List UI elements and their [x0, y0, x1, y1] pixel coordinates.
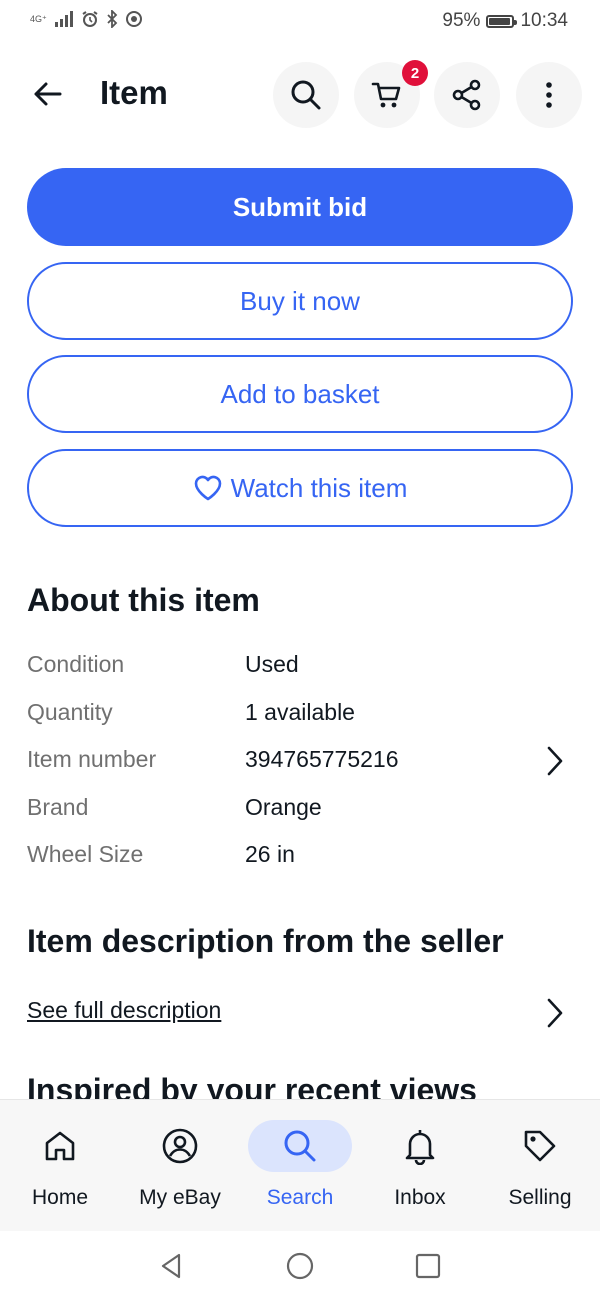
spec-row-wheel-size: Wheel Size 26 in	[27, 841, 573, 887]
search-button[interactable]	[273, 62, 339, 128]
more-vertical-icon	[546, 82, 552, 108]
cart-count-badge: 2	[402, 60, 428, 86]
spec-value: Orange	[245, 794, 322, 820]
nav-icon-container	[128, 1120, 232, 1172]
battery-percent: 95%	[442, 10, 481, 31]
bluetooth-icon	[107, 10, 118, 28]
nav-label: Search	[266, 1186, 334, 1209]
submit-bid-label: Submit bid	[232, 191, 368, 222]
spec-key: Wheel Size	[27, 841, 144, 867]
network-type: 4G⁺	[30, 13, 47, 24]
see-full-description-link[interactable]: See full description	[27, 997, 221, 1024]
spec-key: Condition	[27, 651, 125, 677]
nav-inbox[interactable]: Inbox	[360, 1100, 480, 1232]
back-arrow-icon	[34, 82, 62, 106]
app-header: Item 2	[0, 58, 600, 134]
nav-my-ebay[interactable]: My eBay	[120, 1100, 240, 1232]
nav-home[interactable]: Home	[0, 1100, 120, 1232]
description-heading: Item description from the seller	[27, 923, 504, 959]
system-recents-icon[interactable]	[413, 1251, 443, 1281]
spec-value: 26 in	[245, 841, 295, 867]
page-title: Item	[100, 74, 168, 111]
cart-button[interactable]: 2	[354, 60, 428, 128]
nav-icon-container	[488, 1120, 592, 1172]
spec-key: Brand	[27, 794, 89, 820]
bottom-navigation: Home My eBay Search Inbox Selling	[0, 1099, 600, 1232]
spec-row-brand: Brand Orange	[27, 794, 573, 840]
submit-bid-button[interactable]: Submit bid	[27, 168, 573, 246]
spec-key: Quantity	[27, 699, 113, 725]
signal-icon	[54, 11, 73, 27]
nav-icon-container-active	[248, 1120, 352, 1172]
nav-icon-container	[8, 1120, 112, 1172]
status-bar: 4G⁺ 95% 10:34	[0, 0, 600, 44]
more-options-button[interactable]	[516, 62, 582, 128]
spec-value: 394765775216	[245, 746, 399, 772]
spec-row-item-number[interactable]: Item number 394765775216	[27, 746, 573, 792]
spec-row-quantity: Quantity 1 available	[27, 699, 573, 745]
share-button[interactable]	[434, 62, 500, 128]
clock: 10:34	[520, 10, 568, 31]
chevron-right-icon	[547, 746, 563, 776]
share-icon	[452, 79, 481, 111]
spec-row-condition: Condition Used	[27, 651, 573, 697]
watch-item-label: Watch this item	[230, 472, 408, 503]
buy-it-now-label: Buy it now	[240, 285, 360, 316]
user-icon	[162, 1128, 198, 1164]
battery-fill	[489, 17, 511, 25]
about-heading: About this item	[27, 582, 260, 618]
system-navigation-bar	[0, 1231, 600, 1299]
bell-icon	[405, 1130, 435, 1165]
heart-icon	[194, 475, 221, 501]
system-back-icon[interactable]	[157, 1251, 187, 1281]
spec-value: Used	[245, 651, 299, 677]
add-to-basket-button[interactable]: Add to basket	[27, 355, 573, 433]
cart-icon	[371, 82, 401, 108]
nav-selling[interactable]: Selling	[480, 1100, 600, 1232]
location-icon	[125, 11, 142, 27]
buy-it-now-button[interactable]: Buy it now	[27, 262, 573, 340]
add-to-basket-label: Add to basket	[220, 378, 380, 409]
nav-search[interactable]: Search	[240, 1100, 360, 1232]
system-home-icon[interactable]	[285, 1251, 315, 1281]
spec-key: Item number	[27, 746, 157, 772]
nav-icon-container	[368, 1120, 472, 1172]
nav-label: Inbox	[394, 1186, 446, 1209]
search-icon	[284, 1130, 316, 1162]
chevron-right-icon[interactable]	[543, 996, 567, 1030]
home-icon	[45, 1131, 75, 1161]
nav-label: My eBay	[139, 1186, 221, 1209]
alarm-icon	[82, 11, 98, 27]
back-button[interactable]	[30, 76, 66, 112]
status-icons-right: 95% 10:34	[442, 10, 568, 32]
search-icon	[291, 80, 321, 110]
battery-icon	[486, 14, 518, 28]
status-icons-left: 4G⁺	[30, 10, 143, 28]
nav-label: Selling	[508, 1186, 572, 1209]
spec-value: 1 available	[245, 699, 355, 725]
tag-icon	[524, 1130, 556, 1162]
watch-item-button[interactable]: Watch this item	[27, 449, 573, 527]
nav-label: Home	[31, 1186, 89, 1209]
